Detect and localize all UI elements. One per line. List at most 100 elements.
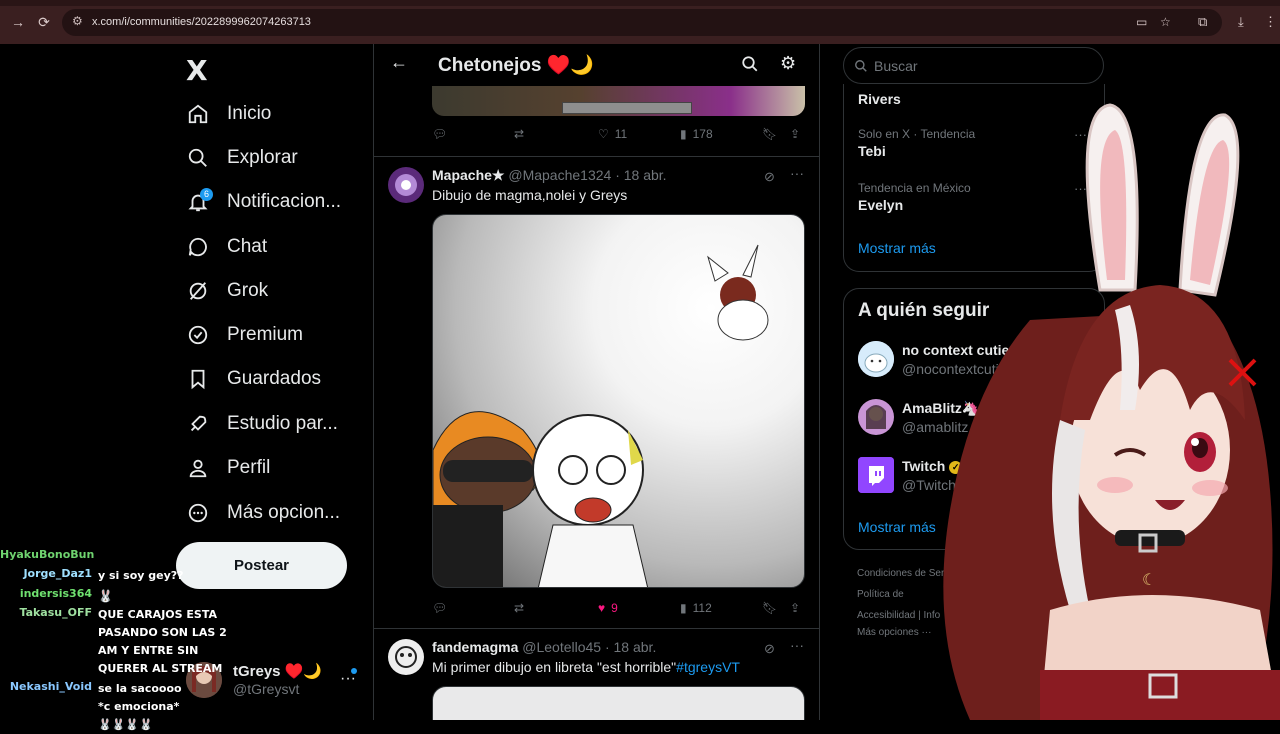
views-button[interactable]: ▮ 112 (680, 601, 712, 615)
more-icon[interactable]: ··· (790, 165, 804, 181)
nav-item-chat[interactable]: Chat (186, 232, 267, 262)
bookmark-icon[interactable]: 🔖︎ (762, 127, 777, 141)
heart-icon: ♡ (598, 127, 609, 141)
nav-item-bookmarks[interactable]: Guardados (186, 364, 321, 394)
share-icon[interactable]: ⇪ (790, 601, 800, 615)
account-name: tGreys ♥️🌙 (233, 663, 323, 680)
vtuber-avatar-overlay: ☾ (910, 90, 1280, 720)
heart-filled-icon: ♥ (598, 601, 606, 615)
footer-link[interactable]: Política de (857, 589, 904, 600)
post-text: Mi primer dibujo en libreta "est horribl… (432, 659, 740, 675)
nav-label: Explorar (227, 147, 298, 168)
address-bar[interactable]: ⚙ x.com/i/communities/202289996207426371… (62, 9, 1222, 36)
search-icon (854, 59, 868, 78)
nav-item-grok[interactable]: Grok (186, 276, 268, 306)
repost-icon[interactable]: ⇄ (514, 601, 524, 615)
grok-icon (186, 279, 210, 303)
nav-item-premium[interactable]: Premium (186, 320, 303, 350)
avatar[interactable] (388, 167, 424, 203)
post[interactable]: Mapache★ @Mapache1324 · 18 abr. ⊘ ··· Di… (374, 156, 819, 628)
x-logo-icon[interactable]: X (186, 54, 208, 87)
search-input[interactable]: Buscar (843, 47, 1104, 84)
avatar[interactable] (858, 341, 894, 377)
chat-icon (186, 235, 210, 259)
repost-icon[interactable]: ⇄ (514, 127, 524, 141)
more-icon[interactable]: ··· (790, 637, 804, 653)
person-icon (186, 456, 210, 480)
url-text[interactable]: x.com/i/communities/2022899962074263713 (92, 16, 311, 28)
star-icon[interactable]: ☆ (1160, 15, 1171, 29)
avatar[interactable] (858, 399, 894, 435)
trend-name: Rivers (858, 91, 901, 107)
extensions-icon[interactable]: ⧉ (1198, 14, 1207, 30)
like-button[interactable]: ♥ 9 (598, 601, 618, 615)
nav-item-explore[interactable]: Explorar (186, 143, 298, 173)
tune-icon[interactable]: ⚙ (72, 14, 83, 28)
notification-badge: 6 (200, 188, 213, 201)
nav-label: Premium (227, 324, 304, 345)
nav-item-studio[interactable]: Estudio par... (186, 409, 338, 439)
white-hair-character (532, 414, 649, 587)
minecraft-hotbar (562, 102, 692, 114)
more-circle-icon (186, 501, 210, 525)
views-icon: ▮ (680, 127, 687, 141)
nav-item-notifications[interactable]: 6 Notificacion... (186, 187, 341, 217)
post-actions: 💬︎ ⇄ ♥ 9 ▮ 112 🔖︎ ⇪ (432, 601, 805, 621)
like-count: 11 (614, 127, 628, 141)
nav-label: Guardados (227, 368, 322, 389)
bookmark-icon[interactable]: 🔖︎ (762, 601, 777, 615)
back-arrow-icon[interactable]: ← (390, 52, 408, 73)
views-count: 112 (692, 601, 712, 615)
reply-icon[interactable]: 💬︎ (432, 601, 447, 615)
share-icon[interactable]: ⇪ (790, 127, 800, 141)
menu-icon[interactable]: ⋮ (1264, 14, 1277, 30)
post[interactable]: fandemagma @Leotello45 · 18 abr. ⊘ ··· M… (374, 628, 819, 720)
like-button[interactable]: ♡ 11 (598, 127, 627, 141)
views-button[interactable]: ▮ 178 (680, 127, 713, 141)
post-media[interactable] (432, 86, 805, 116)
search-icon[interactable] (741, 55, 759, 78)
column-header: ← Chetonejos ♥️🌙 ⚙ (374, 44, 819, 86)
reply-icon[interactable]: 💬︎ (432, 127, 447, 141)
chat-text: se la sacoooo *c emociona* 🐰🐰🐰🐰 (98, 682, 182, 731)
post-date[interactable]: · 18 abr. (605, 639, 656, 655)
trend-item[interactable]: Rivers (858, 89, 901, 107)
post-image[interactable] (432, 686, 805, 720)
author-name[interactable]: fandemagma (432, 639, 518, 655)
grok-icon[interactable]: ⊘ (764, 641, 775, 657)
bell-icon: 6 (186, 188, 213, 214)
nav-item-profile[interactable]: Perfil (186, 453, 270, 483)
avatar[interactable] (388, 639, 424, 675)
rocket-icon (186, 412, 210, 436)
nav-item-home[interactable]: Inicio (186, 99, 271, 129)
hashtag-link[interactable]: #tgreysVT (676, 659, 740, 675)
nav-label: Perfil (227, 457, 271, 478)
chat-username: indersis364 (19, 587, 92, 600)
nav-label: Notificacion... (227, 191, 342, 212)
nav-label: Estudio par... (227, 413, 338, 434)
browser-chrome: → ⟳ ⚙ x.com/i/communities/20228999620742… (0, 0, 1280, 44)
search-placeholder: Buscar (874, 58, 918, 74)
post-text-body: Mi primer dibujo en libreta "est horribl… (432, 659, 677, 675)
gear-icon[interactable]: ⚙ (780, 53, 796, 74)
author-name[interactable]: Mapache★ (432, 167, 504, 183)
post-meta: Mapache★ @Mapache1324 · 18 abr. (432, 167, 667, 184)
community-timeline: ← Chetonejos ♥️🌙 ⚙ 💬︎ ⇄ ♡ 11 ▮ 178 🔖︎ ⇪ Ma… (373, 44, 820, 720)
cast-icon[interactable]: ▭ (1136, 15, 1147, 29)
home-icon (186, 102, 210, 126)
nav-label: Grok (227, 280, 269, 301)
post-date[interactable]: · 18 abr. (615, 167, 666, 183)
grok-icon[interactable]: ⊘ (764, 169, 775, 185)
forward-icon[interactable]: → (10, 14, 26, 30)
nav-item-more[interactable]: Más opcion... (186, 498, 340, 528)
author-handle[interactable]: @Mapache1324 (508, 167, 611, 183)
reload-icon[interactable]: ⟳ (36, 14, 52, 30)
svg-text:☾: ☾ (1142, 570, 1156, 589)
post-image[interactable] (432, 214, 805, 588)
nav-label: Inicio (227, 103, 272, 124)
nav-label: Más opcion... (227, 502, 340, 523)
orange-hair-character (433, 411, 542, 587)
author-handle[interactable]: @Leotello45 (522, 639, 601, 655)
download-icon[interactable]: ⤓ (1238, 14, 1244, 30)
avatar[interactable] (858, 457, 894, 493)
